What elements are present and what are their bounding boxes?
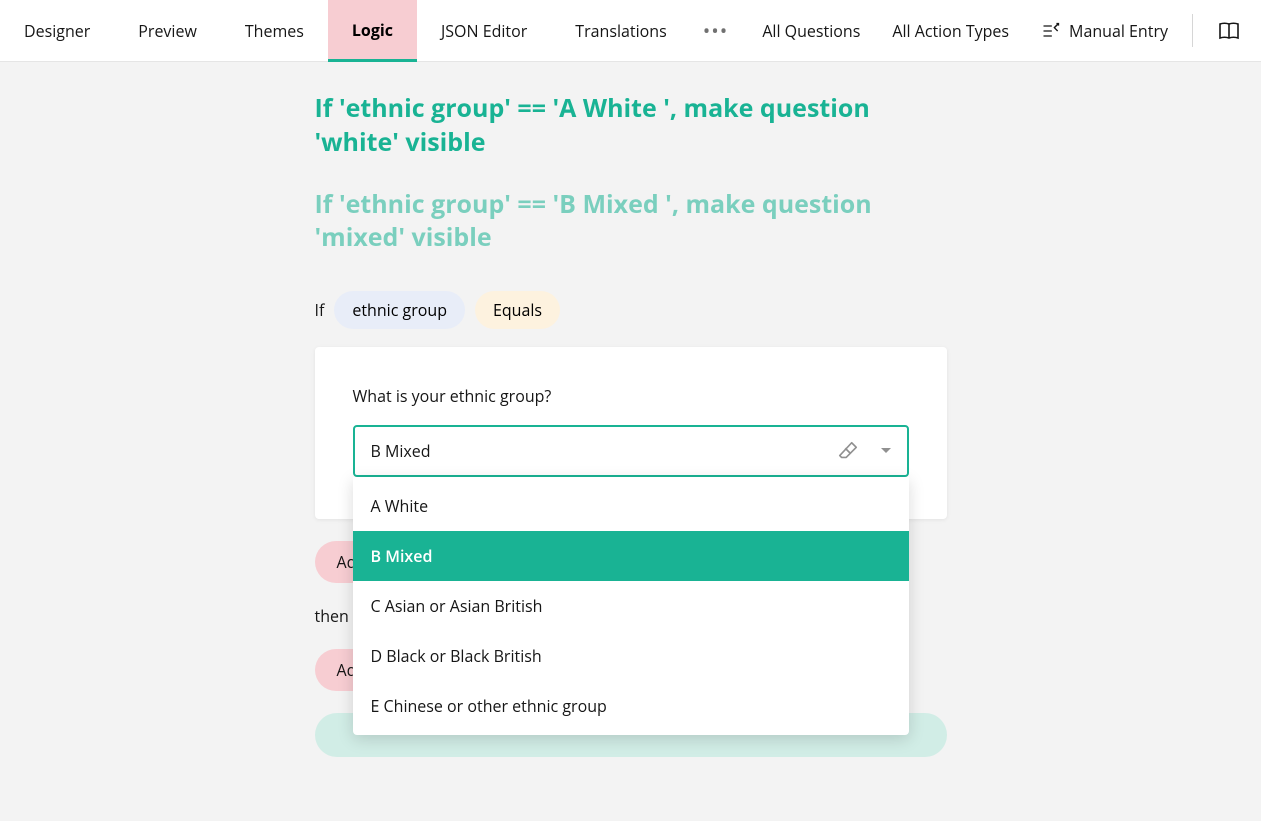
ethnic-group-dropdown: A White B Mixed C Asian or Asian British… xyxy=(353,477,909,735)
logic-content: If 'ethnic group' == 'A White ', make qu… xyxy=(0,62,1261,757)
filter-all-questions[interactable]: All Questions xyxy=(746,0,876,61)
option-b-mixed[interactable]: B Mixed xyxy=(353,531,909,581)
manual-entry-icon xyxy=(1041,21,1061,41)
option-e-chinese-other[interactable]: E Chinese or other ethnic group xyxy=(353,681,909,731)
tab-themes[interactable]: Themes xyxy=(221,0,328,61)
if-label: If xyxy=(315,299,325,321)
option-d-black[interactable]: D Black or Black British xyxy=(353,631,909,681)
option-a-white[interactable]: A White xyxy=(353,481,909,531)
more-menu[interactable]: ••• xyxy=(691,0,741,61)
chevron-down-icon[interactable] xyxy=(881,446,891,456)
eraser-icon[interactable] xyxy=(837,440,859,462)
help-button[interactable] xyxy=(1201,0,1261,61)
rule-2-heading[interactable]: If 'ethnic group' == 'B Mixed ', make qu… xyxy=(315,188,947,256)
condition-question-pill[interactable]: ethnic group xyxy=(334,291,465,329)
option-c-asian[interactable]: C Asian or Asian British xyxy=(353,581,909,631)
toolbar-divider xyxy=(1192,14,1193,47)
value-panel: What is your ethnic group? B Mixed xyxy=(315,347,947,519)
condition-operator-pill[interactable]: Equals xyxy=(475,291,560,329)
book-icon xyxy=(1217,19,1241,43)
condition-row: If ethnic group Equals xyxy=(315,291,947,329)
filter-all-action-types[interactable]: All Action Types xyxy=(876,0,1025,61)
rule-1-heading[interactable]: If 'ethnic group' == 'A White ', make qu… xyxy=(315,92,947,160)
tab-translations[interactable]: Translations xyxy=(551,0,690,61)
tab-preview[interactable]: Preview xyxy=(114,0,221,61)
tab-designer[interactable]: Designer xyxy=(0,0,114,61)
manual-entry-button[interactable]: Manual Entry xyxy=(1025,0,1184,61)
ethnic-group-select[interactable]: B Mixed xyxy=(353,425,909,477)
manual-entry-label: Manual Entry xyxy=(1069,20,1168,42)
select-current-value: B Mixed xyxy=(371,440,837,462)
top-tabs: Designer Preview Themes Logic JSON Edito… xyxy=(0,0,1261,62)
tab-json-editor[interactable]: JSON Editor xyxy=(417,0,551,61)
panel-question-label: What is your ethnic group? xyxy=(353,385,909,407)
tab-logic[interactable]: Logic xyxy=(328,0,417,62)
